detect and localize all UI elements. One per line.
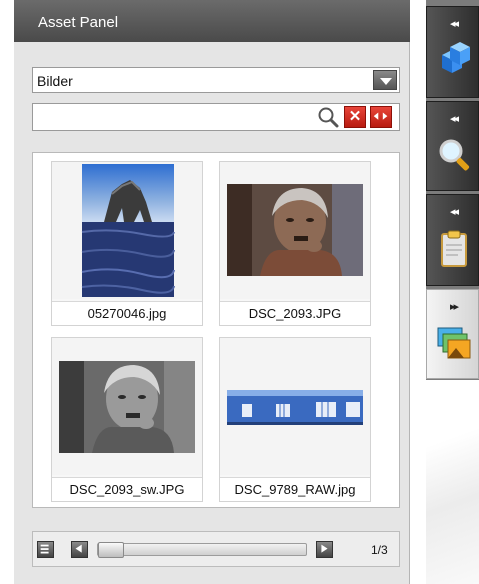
tab-assets[interactable]: ◂◂ — [426, 6, 479, 98]
collapse-arrows-icon: ◂◂ — [449, 113, 459, 125]
thumbnail-caption: 05270046.jpg — [52, 301, 202, 325]
collapse-arrows-icon: ◂◂ — [449, 18, 459, 30]
search-icon[interactable] — [316, 105, 340, 129]
tab-gallery[interactable]: ▸▸ — [426, 289, 479, 379]
tab-clipboard[interactable]: ◂◂ — [426, 194, 479, 286]
thumbnail-caption: DSC_2093_sw.JPG — [52, 477, 202, 501]
thumbnail-image — [52, 162, 202, 299]
list-view-button[interactable] — [37, 541, 54, 558]
previous-page-button[interactable] — [71, 541, 88, 558]
panel-title: Asset Panel — [38, 14, 119, 31]
expand-arrows-icon: ▸▸ — [449, 301, 459, 313]
thumbnail-image — [52, 338, 202, 475]
tab-search[interactable]: ◂◂ — [426, 101, 479, 191]
page-indicator: 1/3 — [371, 543, 388, 557]
next-page-button[interactable] — [316, 541, 333, 558]
arrow-right-icon — [321, 544, 328, 553]
cubes-icon — [442, 42, 470, 73]
category-dropdown[interactable]: Bilder — [32, 67, 400, 93]
thumbnail-grid: 05270046.jpg DSC_2093.JPG DSC_2093_sw.JP… — [32, 152, 400, 508]
thumbnail-image — [220, 162, 370, 299]
category-selected-value: Bilder — [37, 73, 73, 89]
clipboard-icon — [441, 230, 467, 267]
list-icon — [40, 544, 49, 554]
page-slider[interactable] — [97, 542, 307, 558]
side-strip-gloss — [426, 380, 479, 584]
close-icon: ✕ — [348, 108, 362, 125]
asset-panel: Asset Panel Bilder ✕ 05270046.jpg DSC_20… — [14, 0, 410, 584]
thumbnail-caption: DSC_2093.JPG — [220, 301, 370, 325]
thumbnail-image — [220, 338, 370, 475]
slider-handle[interactable] — [98, 542, 124, 558]
pager-bar: 1/3 — [32, 531, 400, 567]
collapse-arrows-icon: ◂◂ — [449, 206, 459, 218]
chevron-down-icon[interactable] — [373, 70, 397, 90]
images-icon — [437, 327, 471, 359]
thumbnail-item[interactable]: 05270046.jpg — [51, 161, 203, 326]
magnifier-icon — [439, 139, 470, 171]
arrow-left-icon — [75, 544, 82, 553]
thumbnail-item[interactable]: DSC_9789_RAW.jpg — [219, 337, 371, 502]
clear-search-button[interactable]: ✕ — [344, 106, 366, 128]
thumbnail-caption: DSC_9789_RAW.jpg — [220, 477, 370, 501]
expand-search-button[interactable] — [370, 106, 392, 128]
thumbnail-item[interactable]: DSC_2093.JPG — [219, 161, 371, 326]
panel-header: Asset Panel — [14, 0, 410, 42]
left-right-arrows-icon — [373, 112, 388, 120]
thumbnail-item[interactable]: DSC_2093_sw.JPG — [51, 337, 203, 502]
